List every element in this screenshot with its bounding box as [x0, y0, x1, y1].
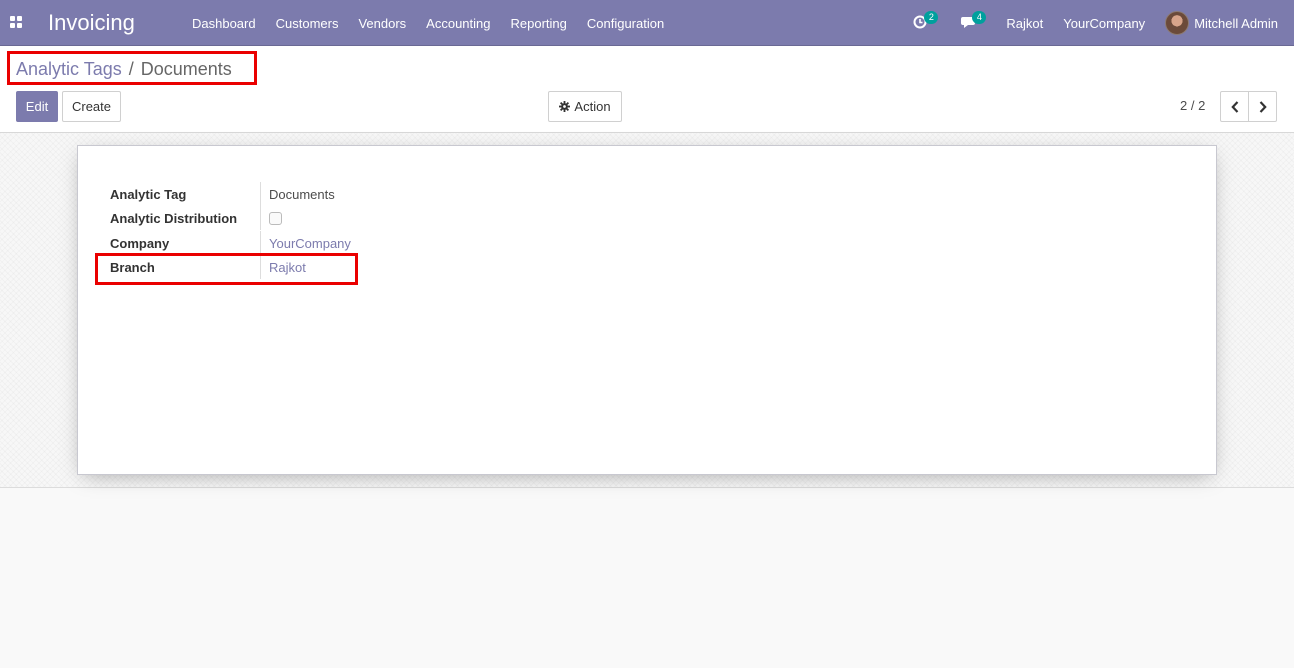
field-label: Company	[110, 235, 170, 251]
messages-button[interactable]: 4	[958, 0, 988, 46]
field-label: Analytic Distribution	[110, 210, 238, 226]
action-button[interactable]: Action	[548, 91, 622, 122]
activity-button[interactable]: 2	[910, 0, 940, 46]
pager-previous-button[interactable]	[1220, 91, 1249, 122]
company-switcher[interactable]: YourCompany	[1063, 16, 1145, 31]
top-navbar: Invoicing Dashboard Customers Vendors Ac…	[0, 0, 1294, 46]
branch-switcher[interactable]: Rajkot	[1006, 16, 1043, 31]
breadcrumb-highlight-box	[7, 51, 257, 85]
branch-highlight-box	[95, 253, 358, 285]
analytic-tag-value: Documents	[260, 182, 335, 206]
chevron-left-icon	[1230, 100, 1238, 113]
field-company: Company YourCompany	[110, 231, 351, 255]
pager-value[interactable]: 2 / 2	[1180, 98, 1205, 113]
menu-configuration[interactable]: Configuration	[577, 16, 674, 31]
form-view-background: Analytic Tag Documents Analytic Distribu…	[0, 133, 1294, 488]
form-sheet: Analytic Tag Documents Analytic Distribu…	[77, 145, 1217, 475]
app-title[interactable]: Invoicing	[48, 10, 135, 36]
company-link[interactable]: YourCompany	[260, 231, 351, 255]
action-label: Action	[574, 99, 611, 114]
menu-customers[interactable]: Customers	[266, 16, 349, 31]
user-name: Mitchell Admin	[1194, 15, 1278, 31]
main-menu: Dashboard Customers Vendors Accounting R…	[182, 0, 674, 46]
create-button[interactable]: Create	[62, 91, 121, 122]
systray: 2 4 Rajkot YourCompany Mitchell Admin	[910, 0, 1294, 46]
menu-accounting[interactable]: Accounting	[416, 16, 500, 31]
control-panel: Analytic Tags / Documents Edit Create Ac…	[0, 46, 1294, 133]
edit-button[interactable]: Edit	[16, 91, 58, 122]
avatar	[1165, 11, 1190, 35]
activity-count-badge: 2	[924, 11, 939, 24]
menu-vendors[interactable]: Vendors	[348, 16, 416, 31]
field-analytic-distribution: Analytic Distribution	[110, 206, 282, 230]
pager-next-button[interactable]	[1248, 91, 1277, 122]
messages-count-badge: 4	[972, 11, 987, 24]
user-menu[interactable]: Mitchell Admin	[1165, 11, 1278, 35]
analytic-distribution-value	[260, 206, 282, 230]
menu-reporting[interactable]: Reporting	[501, 16, 577, 31]
chevron-right-icon	[1259, 100, 1267, 113]
menu-dashboard[interactable]: Dashboard	[182, 16, 266, 31]
field-label: Analytic Tag	[110, 186, 187, 202]
field-analytic-tag: Analytic Tag Documents	[110, 182, 335, 206]
apps-icon[interactable]	[10, 16, 22, 28]
analytic-distribution-checkbox[interactable]	[269, 211, 282, 225]
gear-icon	[559, 101, 571, 112]
